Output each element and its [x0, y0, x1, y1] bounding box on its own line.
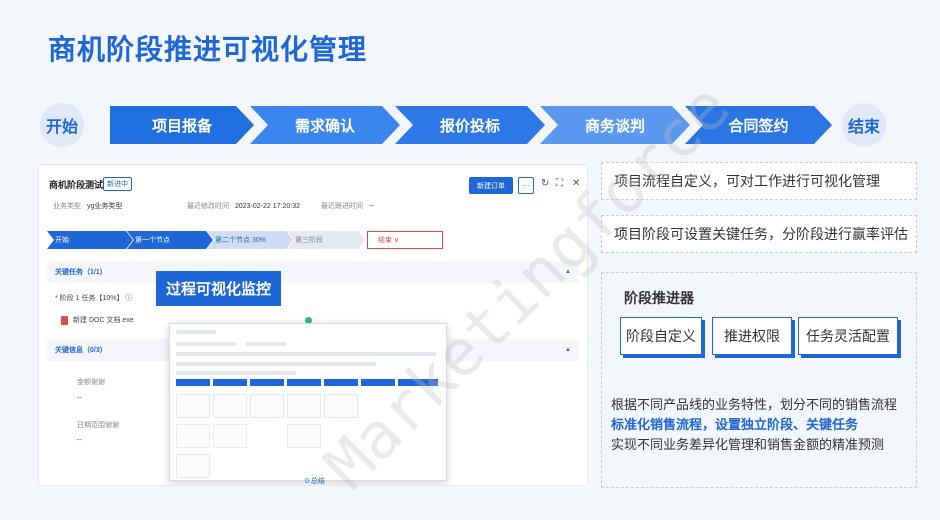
overlay-label: 过程可视化监控: [156, 271, 282, 306]
field-amount-label: 金额谢谢: [77, 379, 105, 386]
meta-modified: 最近修改时间 2023-02-22 17:20:32: [187, 203, 300, 210]
meta-followup: 最近跟进时间 --: [321, 203, 374, 210]
flow-step-1: 项目报备: [110, 106, 254, 144]
opportunity-name: 商机阶段测试: [49, 180, 104, 190]
field-amount-value: --: [77, 395, 82, 402]
stage-pusher-box: 阶段推进器 阶段自定义 推进权限 任务灵活配置 根据不同产品线的业务特性，划分不…: [601, 272, 917, 488]
expand-icon[interactable]: ⛶: [556, 178, 563, 189]
pusher-desc-2: 标准化销售流程，设置独立阶段、关键任务: [611, 417, 859, 432]
pusher-desc-1: 根据不同产品线的业务特性，划分不同的销售流程: [611, 397, 898, 412]
more-button[interactable]: ···: [518, 177, 534, 194]
task-item: * 阶段 1 任务【10%】 ⓘ: [55, 295, 133, 302]
tag-task-config: 任务灵活配置: [798, 317, 898, 355]
field-date-label: 日期范围谢谢: [77, 422, 119, 429]
stage-first[interactable]: 第一个节点: [127, 231, 213, 249]
flow-step-5: 合同签约: [685, 106, 832, 144]
embedded-screenshot: [169, 323, 447, 481]
stage-start[interactable]: 开始: [47, 231, 133, 249]
stage-end-select[interactable]: 结束 ∨: [367, 231, 443, 249]
feature-2: 项目阶段可设置关键任务，分阶段进行赢率评估: [601, 215, 917, 253]
meta-type: 业务类型 yg业务类型: [53, 203, 123, 210]
tag-stage-custom: 阶段自定义: [620, 317, 702, 355]
flow-step-3: 报价投标: [395, 106, 545, 144]
flow-start: 开始: [40, 103, 84, 147]
pusher-desc-3: 实现不同业务差异化管理和销售金额的精准预测: [611, 437, 885, 452]
close-icon[interactable]: ✕: [572, 178, 580, 189]
pusher-title: 阶段推进器: [624, 290, 694, 306]
feature-1: 项目流程自定义，可对工作进行可视化管理: [601, 162, 917, 200]
new-order-button[interactable]: 新建订单: [469, 177, 513, 194]
stage-third[interactable]: 第三阶段: [287, 231, 365, 249]
flow-end: 结束: [842, 103, 886, 147]
footer-link[interactable]: 0 总结: [305, 476, 325, 485]
tag-push-permission: 推进权限: [712, 317, 792, 355]
refresh-icon[interactable]: ↻: [541, 178, 549, 189]
flow-step-2: 需求确认: [250, 106, 400, 144]
collapse-icon[interactable]: ▲: [565, 347, 571, 353]
flow-step-4: 商务谈判: [540, 106, 690, 144]
doc-icon: [61, 315, 68, 325]
crm-screenshot-panel: 商机阶段测试 新进中 业务类型 yg业务类型 最近修改时间 2023-02-22 1…: [38, 164, 588, 486]
field-date-value: --: [77, 437, 82, 444]
collapse-icon[interactable]: ▲: [565, 269, 571, 275]
task-doc[interactable]: 新建 DOC 文档.exe: [61, 315, 134, 325]
status-badge: 新进中: [103, 177, 132, 191]
tasks-section-header[interactable]: 关键任务（1/1） ▲: [47, 261, 579, 283]
flow-steps: 项目报备 需求确认 报价投标 商务谈判 合同签约: [110, 106, 832, 144]
stage-second[interactable]: 第二个节点 30%: [207, 231, 293, 249]
page-title: 商机阶段推进可视化管理: [48, 34, 368, 65]
